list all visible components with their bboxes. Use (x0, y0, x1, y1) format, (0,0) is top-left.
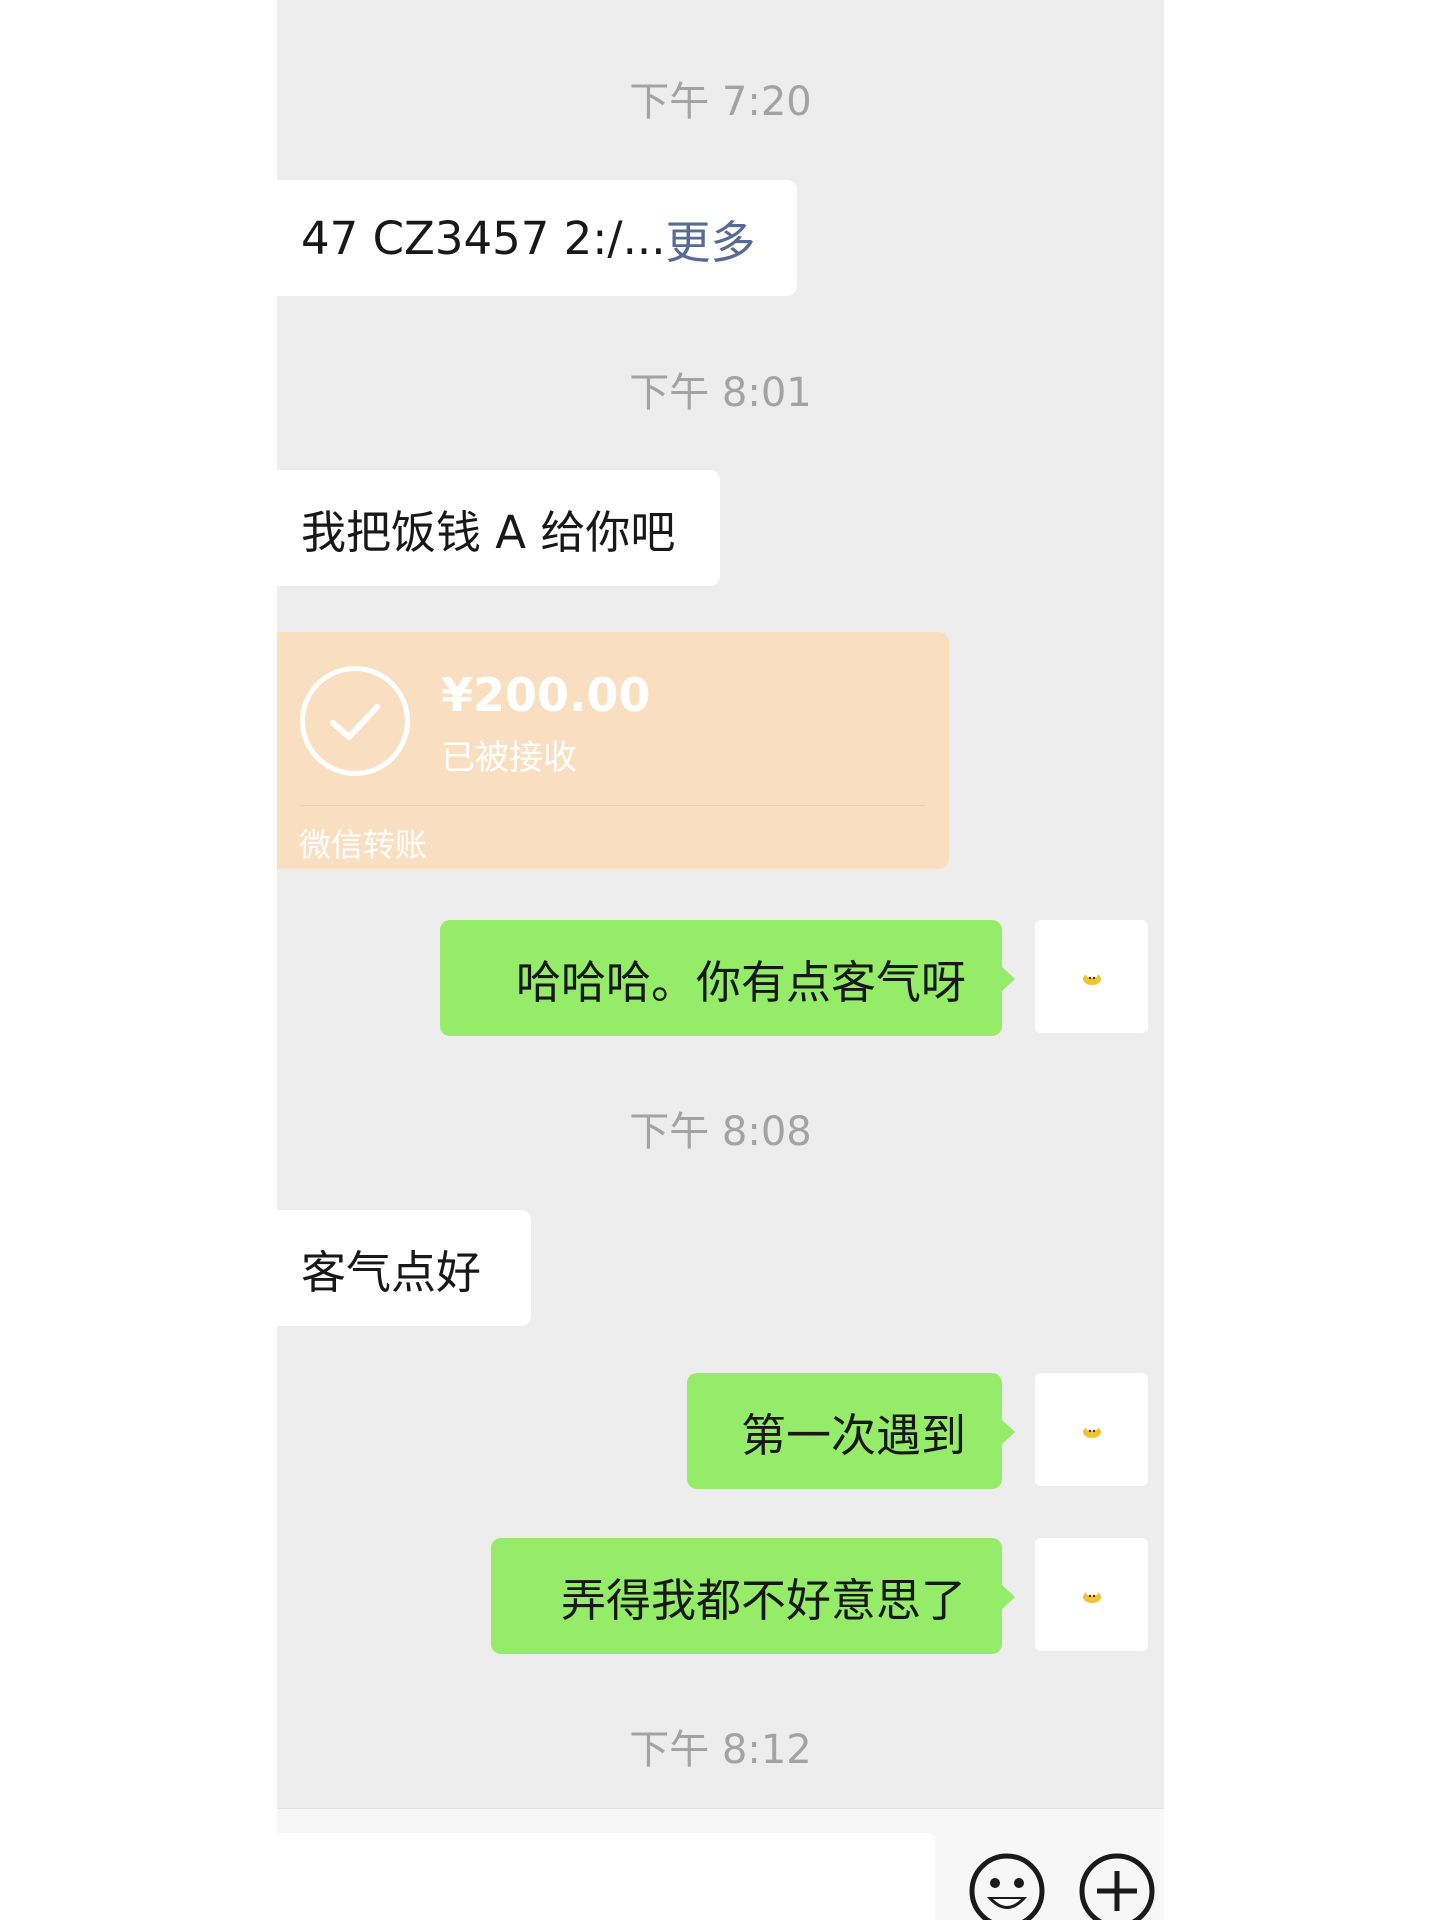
message-text: 弄得我都不好意思了 (560, 1573, 966, 1627)
message-bubble-outgoing[interactable]: 第一次遇到 (687, 1373, 1015, 1489)
transfer-card[interactable]: ¥200.00 已被接收 微信转账 (277, 632, 949, 869)
message-bubble-outgoing[interactable]: 弄得我都不好意思了 (491, 1538, 1015, 1654)
duck-avatar-icon[interactable] (1035, 1538, 1148, 1651)
input-bar (277, 1808, 1164, 1920)
check-circle-icon (300, 666, 410, 776)
more-link[interactable]: 更多 (666, 206, 756, 271)
plus-circle-icon[interactable] (1077, 1851, 1157, 1920)
emoji-icon[interactable] (967, 1851, 1047, 1920)
divider (300, 805, 925, 806)
message-text: 哈哈哈。你有点客气呀 (515, 955, 966, 1009)
duck-avatar-icon[interactable] (1035, 920, 1148, 1033)
chat-screen: 下午 7:20 47 CZ3457 2:/... 更多 下午 8:01 我把饭钱 … (277, 0, 1164, 1920)
timestamp: 下午 8:01 (629, 370, 812, 416)
transfer-amount: ¥200.00 (441, 668, 651, 722)
transfer-label: 微信转账 (299, 826, 428, 864)
message-text: 客气点好 (301, 1245, 482, 1299)
transfer-status: 已被接收 (441, 738, 577, 778)
message-text: 47 CZ3457 2:/... (301, 211, 666, 265)
timestamp: 下午 8:12 (629, 1727, 812, 1773)
message-input[interactable] (277, 1833, 935, 1920)
timestamp: 下午 8:08 (629, 1109, 812, 1155)
message-bubble-outgoing[interactable]: 哈哈哈。你有点客气呀 (440, 920, 1015, 1036)
duck-avatar-icon[interactable] (1035, 1373, 1148, 1486)
message-bubble-incoming[interactable]: 客气点好 (277, 1210, 531, 1326)
message-text: 第一次遇到 (740, 1408, 966, 1462)
message-bubble-incoming[interactable]: 47 CZ3457 2:/... 更多 (277, 180, 797, 296)
message-text: 我把饭钱 A 给你吧 (301, 505, 676, 559)
message-bubble-incoming[interactable]: 我把饭钱 A 给你吧 (277, 470, 720, 586)
timestamp: 下午 7:20 (629, 79, 812, 125)
